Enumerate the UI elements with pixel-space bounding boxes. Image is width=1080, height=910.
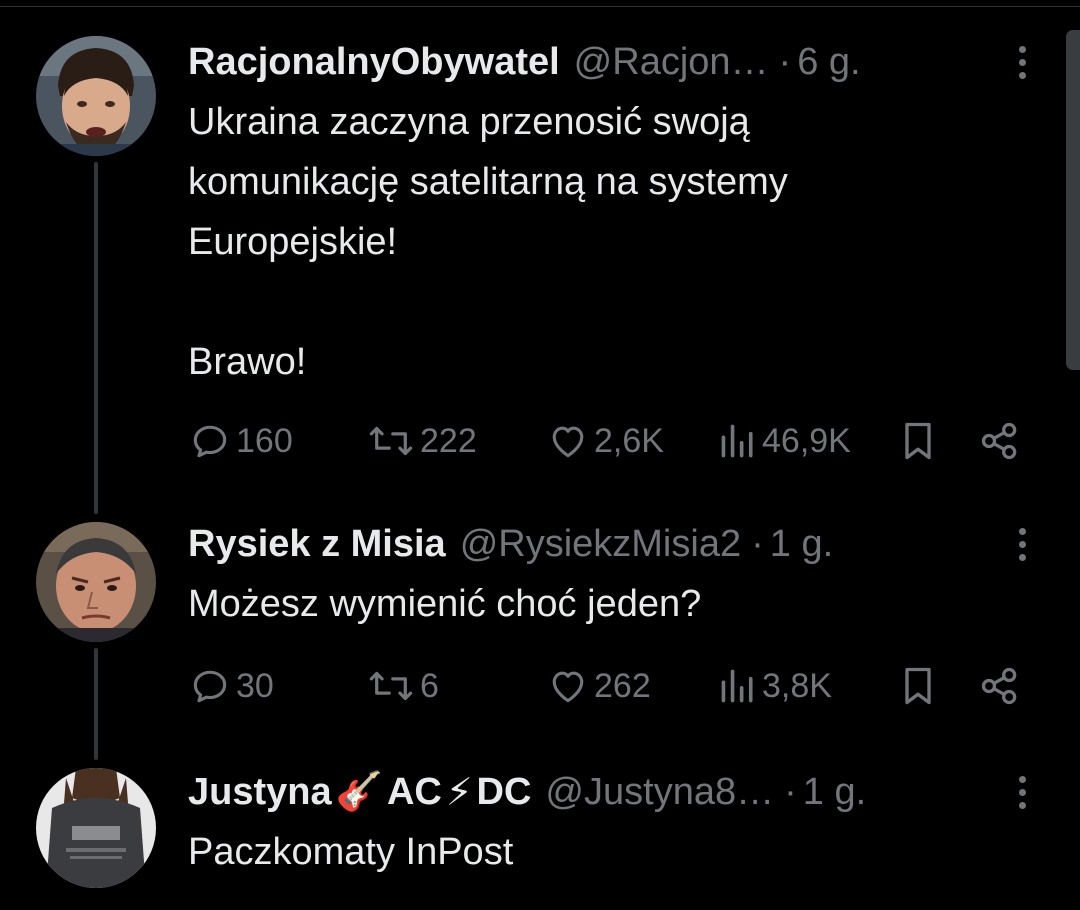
share-button[interactable]	[978, 661, 1022, 711]
repost-button[interactable]: 222	[366, 416, 477, 466]
share-icon	[978, 664, 1022, 708]
guitar-emoji-icon: 🎸	[335, 771, 383, 813]
views-button[interactable]: 3,8K	[718, 661, 832, 711]
views-icon	[718, 664, 758, 708]
like-icon	[546, 419, 590, 463]
thread-line	[94, 648, 98, 760]
bookmark-button[interactable]	[898, 416, 938, 466]
display-name[interactable]: Rysiek z Misia	[188, 523, 446, 566]
handle[interactable]: @RysiekzMisia2	[460, 523, 741, 566]
display-name-part: DC	[476, 770, 532, 813]
handle[interactable]: @Racjon…	[574, 41, 769, 84]
share-button[interactable]	[978, 416, 1022, 466]
like-count: 262	[594, 666, 651, 705]
reply-count: 30	[236, 666, 274, 705]
bookmark-icon	[898, 419, 938, 463]
action-bar: 30 6 262 3,8K	[188, 661, 1040, 711]
views-count: 3,8K	[762, 666, 832, 705]
tweet-header: Justyna 🎸 AC ⚡ DC @Justyna8… · 1 g.	[188, 768, 1040, 816]
display-name[interactable]: Justyna 🎸 AC ⚡ DC	[188, 770, 531, 815]
reply-count: 160	[236, 421, 293, 460]
reply-button[interactable]: 30	[188, 661, 274, 711]
tweet-header: Rysiek z Misia @RysiekzMisia2 · 1 g.	[188, 520, 1040, 568]
tweet-text: Paczkomaty InPost	[188, 831, 514, 873]
reply-icon	[188, 419, 232, 463]
repost-icon	[366, 419, 416, 463]
lightning-emoji-icon: ⚡	[445, 771, 473, 814]
handle[interactable]: @Justyna8…	[545, 771, 774, 814]
more-icon[interactable]	[1014, 520, 1030, 568]
repost-button[interactable]: 6	[366, 661, 439, 711]
like-icon	[546, 664, 590, 708]
views-count: 46,9K	[762, 421, 851, 460]
display-name-part: AC	[386, 770, 442, 813]
like-button[interactable]: 262	[546, 661, 651, 711]
avatar[interactable]	[36, 522, 156, 642]
separator: ·	[784, 770, 797, 813]
avatar[interactable]	[36, 768, 156, 888]
repost-count: 6	[420, 666, 439, 705]
more-icon[interactable]	[1014, 38, 1030, 86]
like-button[interactable]: 2,6K	[546, 416, 664, 466]
repost-icon	[366, 664, 416, 708]
timestamp[interactable]: 1 g.	[770, 523, 833, 566]
timestamp[interactable]: 6 g.	[797, 41, 860, 84]
separator: ·	[778, 40, 792, 83]
reply-icon	[188, 664, 232, 708]
like-count: 2,6K	[594, 421, 664, 460]
reply-button[interactable]: 160	[188, 416, 293, 466]
tweet-header: RacjonalnyObywatel @Racjon… · 6 g.	[188, 38, 1040, 86]
display-name-part: Justyna	[188, 770, 332, 813]
bookmark-icon	[898, 664, 938, 708]
views-button[interactable]: 46,9K	[718, 416, 851, 466]
action-bar: 160 222 2,6K 46,9K	[188, 416, 1040, 466]
share-icon	[978, 419, 1022, 463]
top-divider	[0, 0, 1080, 7]
separator: ·	[751, 522, 764, 565]
scrollbar[interactable]	[1066, 30, 1080, 370]
more-icon[interactable]	[1014, 768, 1030, 816]
repost-count: 222	[420, 421, 477, 460]
tweet-text: Możesz wymienić choć jeden?	[188, 583, 702, 625]
views-icon	[718, 419, 758, 463]
avatar[interactable]	[36, 36, 156, 156]
timestamp[interactable]: 1 g.	[803, 771, 866, 814]
display-name[interactable]: RacjonalnyObywatel	[188, 41, 560, 84]
tweet-text: Ukraina zaczyna przenosić swoją komunika…	[188, 101, 788, 383]
bookmark-button[interactable]	[898, 661, 938, 711]
thread-line	[94, 162, 98, 514]
